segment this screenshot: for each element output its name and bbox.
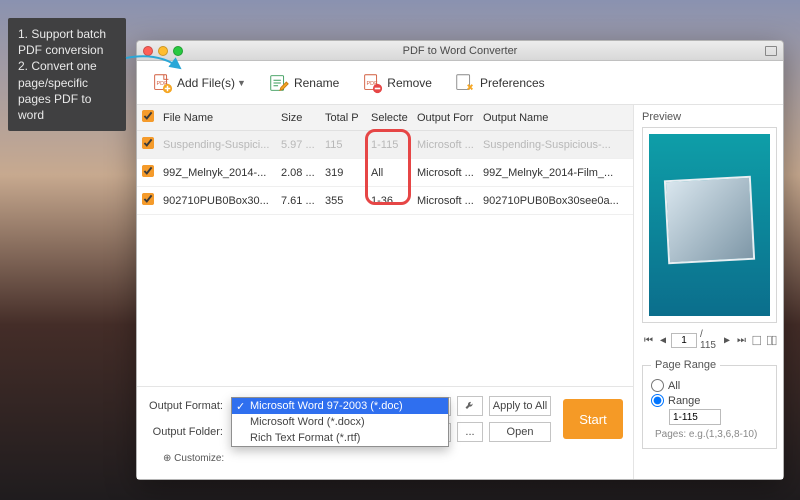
cell-name: 902710PUB0Box30... xyxy=(159,187,277,215)
range-all-radio[interactable] xyxy=(651,379,664,392)
chevron-down-icon: ▼ xyxy=(237,78,246,88)
format-option[interactable]: Microsoft Word 97-2003 (*.doc) xyxy=(232,398,448,414)
cell-total: 355 xyxy=(321,187,367,215)
zoom-icon[interactable] xyxy=(173,46,183,56)
callout-line: 1. Support batch PDF conversion xyxy=(18,26,116,58)
range-input[interactable] xyxy=(669,409,721,425)
cell-output-name: 902710PUB0Box30see0a... xyxy=(479,187,633,215)
row-checkbox[interactable] xyxy=(142,165,154,177)
rename-button[interactable]: Rename xyxy=(268,72,339,94)
preferences-label: Preferences xyxy=(480,76,545,90)
cell-size: 2.08 ... xyxy=(277,159,321,187)
col-output-name[interactable]: Output Name xyxy=(479,105,633,131)
pdf-add-icon: PDF xyxy=(151,72,173,94)
range-custom-radio[interactable] xyxy=(651,394,664,407)
bottom-panel: Output Format: Microsoft Word 97-2003 (*… xyxy=(137,386,633,479)
preview-label: Preview xyxy=(642,111,777,123)
output-format-dropdown[interactable]: Microsoft Word 97-2003 (*.doc)Microsoft … xyxy=(231,397,449,447)
cell-output-name: 99Z_Melnyk_2014-Film_... xyxy=(479,159,633,187)
row-checkbox[interactable] xyxy=(142,193,154,205)
table-row[interactable]: 99Z_Melnyk_2014-...2.08 ...319AllMicroso… xyxy=(137,159,633,187)
cell-size: 7.61 ... xyxy=(277,187,321,215)
output-folder-label: Output Folder: xyxy=(147,426,225,438)
page-navigator: ⏮ ◀ / 115 ▶ ⏭ xyxy=(642,329,777,351)
cell-output-name: Suspending-Suspicious-... xyxy=(479,131,633,159)
prev-page-button[interactable]: ◀ xyxy=(658,335,668,346)
cell-selected: All xyxy=(367,159,413,187)
col-total[interactable]: Total P xyxy=(321,105,367,131)
output-format-label: Output Format: xyxy=(147,400,225,412)
browse-folder-button[interactable]: ... xyxy=(457,422,483,442)
titlebar[interactable]: PDF to Word Converter xyxy=(137,41,783,61)
last-page-button[interactable]: ⏭ xyxy=(735,335,748,346)
cell-selected: 1-115 xyxy=(367,131,413,159)
cell-selected: 1-36 xyxy=(367,187,413,215)
remove-label: Remove xyxy=(387,76,432,90)
customize-toggle[interactable]: ⊕ Customize: xyxy=(147,453,451,464)
preview-thumbnail[interactable] xyxy=(642,127,777,323)
toolbar: PDF Add File(s) ▼ Rename PDF Remove Pref… xyxy=(137,61,783,105)
cell-total: 319 xyxy=(321,159,367,187)
cell-format: Microsoft ... xyxy=(413,187,479,215)
preview-image xyxy=(649,134,770,316)
preview-panel: Preview ⏮ ◀ / 115 ▶ ⏭ Page Range All Ran… xyxy=(634,105,783,479)
remove-icon: PDF xyxy=(361,72,383,94)
feature-callout: 1. Support batch PDF conversion 2. Conve… xyxy=(8,18,126,131)
table-row[interactable]: Suspending-Suspici...5.97 ...1151-115Mic… xyxy=(137,131,633,159)
window-title: PDF to Word Converter xyxy=(137,45,783,57)
minimize-icon[interactable] xyxy=(158,46,168,56)
preferences-button[interactable]: Preferences xyxy=(454,72,545,94)
cell-format: Microsoft ... xyxy=(413,159,479,187)
open-folder-button[interactable]: Open xyxy=(489,422,551,442)
add-files-button[interactable]: PDF Add File(s) ▼ xyxy=(151,72,246,94)
wrench-icon xyxy=(464,400,476,412)
apply-to-all-button[interactable]: Apply to All xyxy=(489,396,551,416)
cell-name: 99Z_Melnyk_2014-... xyxy=(159,159,277,187)
cell-size: 5.97 ... xyxy=(277,131,321,159)
titlebar-proxy-icon[interactable] xyxy=(765,46,777,56)
col-size[interactable]: Size xyxy=(277,105,321,131)
row-checkbox[interactable] xyxy=(142,137,154,149)
col-selected[interactable]: Selecte xyxy=(367,105,413,131)
format-option[interactable]: Microsoft Word (*.docx) xyxy=(232,414,448,430)
start-button[interactable]: Start xyxy=(563,399,623,439)
cell-total: 115 xyxy=(321,131,367,159)
next-page-button[interactable]: ▶ xyxy=(722,335,732,346)
page-range-fieldset: Page Range All Range Pages: e.g.(1,3,6,8… xyxy=(642,359,777,449)
close-icon[interactable] xyxy=(143,46,153,56)
page-total: / 115 xyxy=(700,329,719,351)
preferences-icon xyxy=(454,72,476,94)
col-file-name[interactable]: File Name xyxy=(159,105,277,131)
col-output-format[interactable]: Output Forr xyxy=(413,105,479,131)
rename-label: Rename xyxy=(294,76,339,90)
table-row[interactable]: 902710PUB0Box30...7.61 ...3551-36Microso… xyxy=(137,187,633,215)
range-hint: Pages: e.g.(1,3,6,8-10) xyxy=(651,429,768,440)
cell-format: Microsoft ... xyxy=(413,131,479,159)
select-all-checkbox[interactable] xyxy=(142,110,154,122)
page-range-legend: Page Range xyxy=(651,359,720,371)
remove-button[interactable]: PDF Remove xyxy=(361,72,432,94)
format-option[interactable]: Rich Text Format (*.rtf) xyxy=(232,430,448,446)
callout-line: 2. Convert one page/specific pages PDF t… xyxy=(18,58,116,123)
fit-width-icon[interactable] xyxy=(766,334,777,347)
fit-page-icon[interactable] xyxy=(751,334,762,347)
output-format-settings-button[interactable] xyxy=(457,396,483,416)
add-files-label: Add File(s) xyxy=(177,76,235,90)
app-window: PDF to Word Converter PDF Add File(s) ▼ … xyxy=(136,40,784,480)
rename-icon xyxy=(268,72,290,94)
first-page-button[interactable]: ⏮ xyxy=(642,335,655,346)
file-table: File Name Size Total P Selecte Output Fo… xyxy=(137,105,633,215)
page-number-input[interactable] xyxy=(671,333,697,348)
cell-name: Suspending-Suspici... xyxy=(159,131,277,159)
